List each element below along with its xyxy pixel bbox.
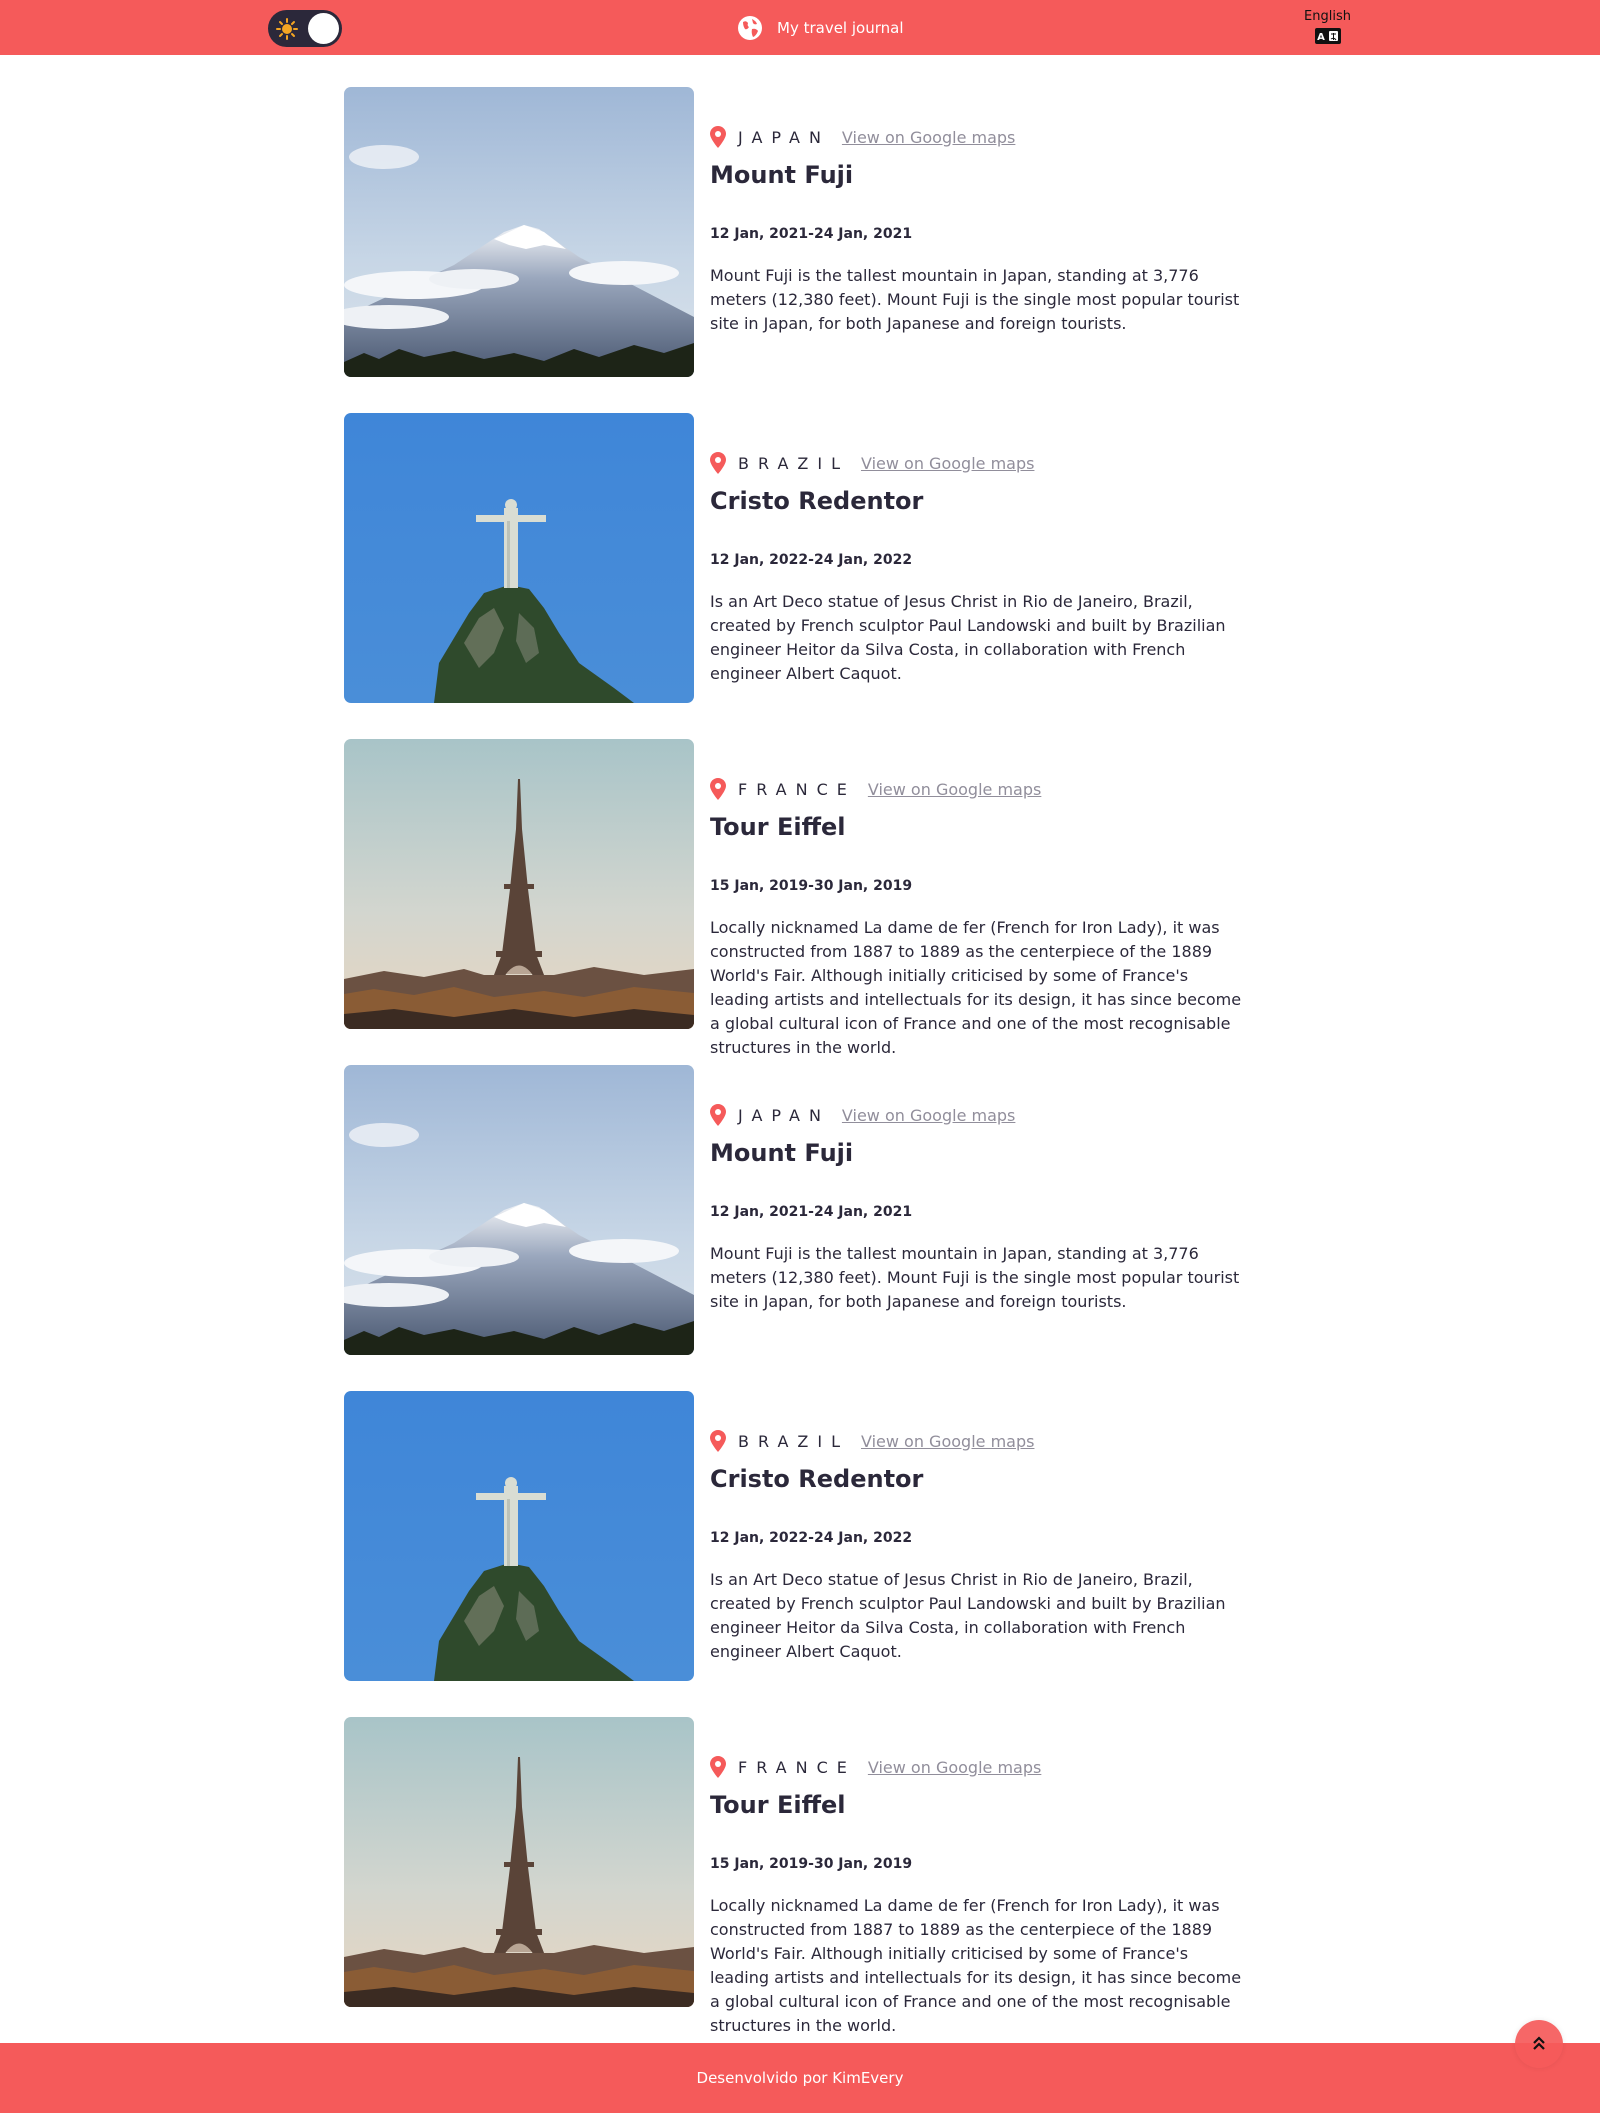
google-maps-link[interactable]: View on Google maps	[868, 1758, 1041, 1777]
globe-icon	[738, 16, 762, 40]
location-pin-icon	[710, 452, 726, 474]
journal-entry: FRANCE View on Google maps Tour Eiffel 1…	[344, 739, 1254, 1057]
place-title: Cristo Redentor	[710, 487, 924, 515]
location-pin-icon	[710, 126, 726, 148]
place-description: Is an Art Deco statue of Jesus Christ in…	[710, 1570, 1226, 1661]
sun-icon	[276, 18, 298, 40]
place-description: Mount Fuji is the tallest mountain in Ja…	[710, 266, 1240, 333]
site-title: My travel journal	[777, 19, 904, 37]
language-label: English	[1304, 9, 1351, 24]
location-pin-icon	[710, 1756, 726, 1778]
theme-toggle[interactable]	[268, 10, 342, 47]
trip-dates: 12 Jan, 2021-24 Jan, 2021	[710, 226, 913, 242]
place-title: Mount Fuji	[710, 161, 854, 189]
journal-entry: FRANCE View on Google maps Tour Eiffel 1…	[344, 1717, 1254, 2035]
chevrons-up-icon	[1533, 2036, 1545, 2050]
journal-entry: JAPAN View on Google maps Mount Fuji 12 …	[344, 87, 1254, 377]
location-row: JAPAN View on Google maps	[710, 126, 1015, 148]
trip-dates: 15 Jan, 2019-30 Jan, 2019	[710, 1856, 913, 1872]
location-row: BRAZIL View on Google maps	[710, 452, 1034, 474]
footer: Desenvolvido por KimEvery	[0, 2043, 1600, 2113]
google-maps-link[interactable]: View on Google maps	[861, 1432, 1034, 1451]
toggle-knob	[308, 13, 339, 44]
place-title: Mount Fuji	[710, 1139, 854, 1167]
country-label: FRANCE	[738, 1757, 856, 1777]
location-row: FRANCE View on Google maps	[710, 1756, 1041, 1778]
trip-dates: 12 Jan, 2021-24 Jan, 2021	[710, 1204, 913, 1220]
entry-photo-mount-fuji	[344, 87, 694, 377]
journal-entry: JAPAN View on Google maps Mount Fuji 12 …	[344, 1065, 1254, 1355]
place-title: Tour Eiffel	[710, 813, 846, 841]
entry-photo-tour-eiffel	[344, 739, 694, 1029]
place-description: Is an Art Deco statue of Jesus Christ in…	[710, 592, 1226, 683]
location-pin-icon	[710, 1430, 726, 1452]
entry-photo-tour-eiffel	[344, 1717, 694, 2007]
trip-dates: 12 Jan, 2022-24 Jan, 2022	[710, 552, 913, 568]
google-maps-link[interactable]: View on Google maps	[842, 1106, 1015, 1125]
trip-dates: 12 Jan, 2022-24 Jan, 2022	[710, 1530, 913, 1546]
footer-credit: Desenvolvido por KimEvery	[696, 2069, 904, 2087]
entry-photo-mount-fuji	[344, 1065, 694, 1355]
language-selector[interactable]: English A	[1300, 9, 1355, 44]
country-label: BRAZIL	[738, 1431, 849, 1451]
place-title: Cristo Redentor	[710, 1465, 924, 1493]
entry-photo-cristo-redentor	[344, 1391, 694, 1681]
country-label: JAPAN	[738, 127, 830, 147]
google-maps-link[interactable]: View on Google maps	[842, 128, 1015, 147]
country-label: BRAZIL	[738, 453, 849, 473]
brand: My travel journal	[737, 15, 904, 41]
journal-entry: BRAZIL View on Google maps Cristo Redent…	[344, 1391, 1254, 1681]
place-description: Mount Fuji is the tallest mountain in Ja…	[710, 1244, 1240, 1311]
trip-dates: 15 Jan, 2019-30 Jan, 2019	[710, 878, 913, 894]
country-label: FRANCE	[738, 779, 856, 799]
google-maps-link[interactable]: View on Google maps	[861, 454, 1034, 473]
google-maps-link[interactable]: View on Google maps	[868, 780, 1041, 799]
location-pin-icon	[710, 1104, 726, 1126]
top-bar: My travel journal English A	[0, 0, 1600, 55]
back-to-top-button[interactable]	[1515, 2020, 1563, 2068]
entry-photo-cristo-redentor	[344, 413, 694, 703]
location-row: JAPAN View on Google maps	[710, 1104, 1015, 1126]
journal-entry: BRAZIL View on Google maps Cristo Redent…	[344, 413, 1254, 703]
svg-text:A: A	[1317, 32, 1325, 43]
place-description: Locally nicknamed La dame de fer (French…	[710, 1896, 1242, 2035]
place-description: Locally nicknamed La dame de fer (French…	[710, 918, 1242, 1057]
country-label: JAPAN	[738, 1105, 830, 1125]
translate-icon: A	[1314, 28, 1341, 44]
location-pin-icon	[710, 778, 726, 800]
location-row: FRANCE View on Google maps	[710, 778, 1041, 800]
place-title: Tour Eiffel	[710, 1791, 846, 1819]
location-row: BRAZIL View on Google maps	[710, 1430, 1034, 1452]
